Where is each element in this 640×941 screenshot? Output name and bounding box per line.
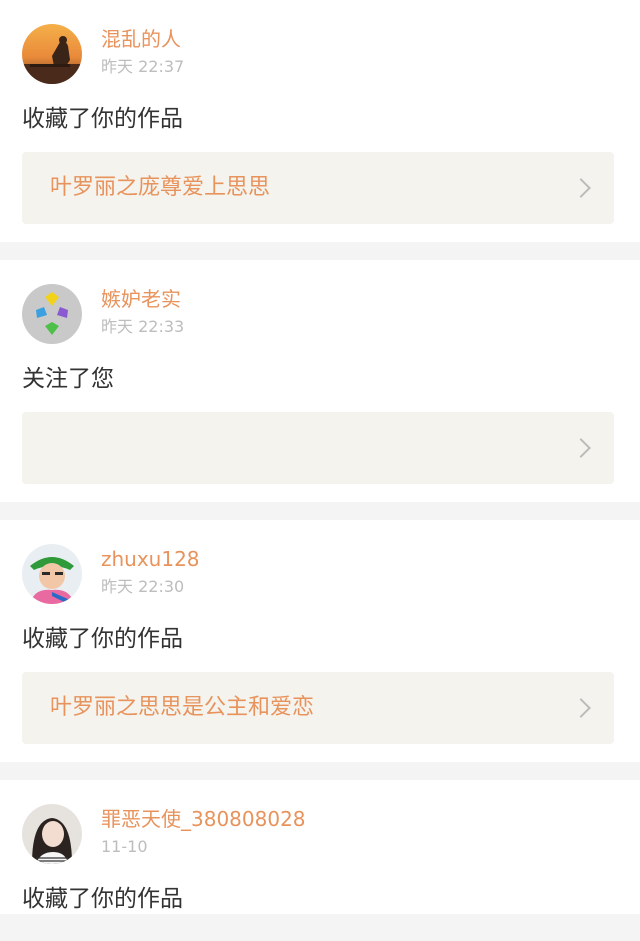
chevron-right-icon <box>571 438 591 458</box>
chevron-right-icon <box>571 698 591 718</box>
notification-header: 嫉妒老实 昨天 22:33 <box>22 284 616 344</box>
notification-card: 罪恶天使_380808028 11-10 收藏了你的作品 <box>0 780 640 914</box>
girl-portrait-avatar-icon <box>22 804 82 864</box>
work-link-card[interactable]: 叶罗丽之思思是公主和爱恋 <box>22 672 614 744</box>
avatar[interactable] <box>22 284 82 344</box>
timestamp: 昨天 22:33 <box>101 317 185 336</box>
notification-header: 混乱的人 昨天 22:37 <box>22 24 616 84</box>
sunset-person-avatar-icon <box>22 24 82 84</box>
avatar[interactable] <box>22 544 82 604</box>
user-meta: 嫉妒老实 昨天 22:33 <box>101 284 184 340</box>
work-title: 叶罗丽之庞尊爱上思思 <box>50 175 271 200</box>
timestamp: 11-10 <box>101 837 148 856</box>
user-meta: 罪恶天使_380808028 11-10 <box>101 804 306 860</box>
notification-card: zhuxu128 昨天 22:30 收藏了你的作品 叶罗丽之思思是公主和爱恋 <box>0 520 640 762</box>
username-link[interactable]: 罪恶天使_380808028 <box>101 805 306 833</box>
work-link-card[interactable]: 叶罗丽之庞尊爱上思思 <box>22 152 614 224</box>
work-title: 叶罗丽之思思是公主和爱恋 <box>50 695 315 720</box>
user-meta: 混乱的人 昨天 22:37 <box>101 24 184 80</box>
action-text: 收藏了你的作品 <box>22 886 183 912</box>
action-text: 收藏了你的作品 <box>22 626 183 652</box>
notification-header: 罪恶天使_380808028 11-10 <box>22 804 616 864</box>
username-link[interactable]: 嫉妒老实 <box>101 285 184 313</box>
timestamp: 昨天 22:37 <box>101 57 185 76</box>
chevron-right-icon <box>571 178 591 198</box>
action-text: 收藏了你的作品 <box>22 106 183 132</box>
action-text: 关注了您 <box>22 366 114 392</box>
person-green-cap-avatar-icon <box>22 544 82 604</box>
timestamp: 昨天 22:30 <box>101 577 185 596</box>
user-meta: zhuxu128 昨天 22:30 <box>101 544 200 600</box>
notification-card: 嫉妒老实 昨天 22:33 关注了您 <box>0 260 640 502</box>
username-link[interactable]: zhuxu128 <box>101 545 200 573</box>
notification-card: 混乱的人 昨天 22:37 收藏了你的作品 叶罗丽之庞尊爱上思思 <box>0 0 640 242</box>
notification-header: zhuxu128 昨天 22:30 <box>22 544 616 604</box>
avatar[interactable] <box>22 804 82 864</box>
username-link[interactable]: 混乱的人 <box>101 25 184 53</box>
work-link-card[interactable] <box>22 412 614 484</box>
avatar[interactable] <box>22 24 82 84</box>
colorful-hearts-avatar-icon <box>22 284 82 344</box>
notification-feed: 混乱的人 昨天 22:37 收藏了你的作品 叶罗丽之庞尊爱上思思 嫉妒老实 昨天… <box>0 0 640 914</box>
